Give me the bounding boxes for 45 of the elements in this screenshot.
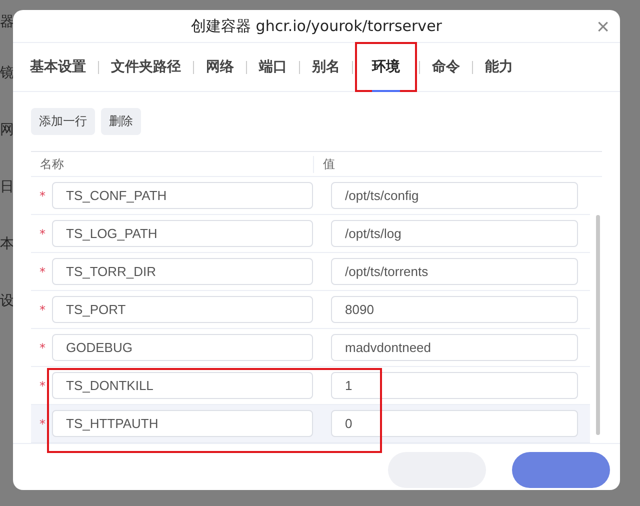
toolbar-button[interactable]: 添加一行 xyxy=(31,108,95,136)
name-field[interactable]: TS_CONF_PATH xyxy=(52,182,313,210)
tab[interactable]: 基本设置 xyxy=(22,52,94,82)
name-field[interactable]: TS_DONTKILL xyxy=(52,372,313,400)
close-button[interactable]: × xyxy=(592,16,614,38)
required-mark: * xyxy=(38,378,46,393)
column-header: 值 xyxy=(322,156,335,173)
name-field[interactable]: TS_LOG_PATH xyxy=(52,220,313,248)
background-text: 器 xyxy=(0,13,13,32)
tab[interactable]: 环境 xyxy=(357,44,415,90)
confirm-button[interactable] xyxy=(512,452,610,488)
value-field[interactable]: /opt/ts/torrents xyxy=(331,258,578,286)
tab[interactable]: 端口 xyxy=(251,52,295,82)
tab[interactable]: 能力 xyxy=(477,52,521,82)
value-field[interactable]: /opt/ts/log xyxy=(331,220,578,248)
value-field[interactable]: madvdontneed xyxy=(331,334,578,362)
required-mark: * xyxy=(38,226,46,241)
required-mark: * xyxy=(38,264,46,279)
required-mark: * xyxy=(38,188,46,203)
value-field[interactable]: 0 xyxy=(331,410,578,438)
required-mark: * xyxy=(38,302,46,317)
dialog-title: 创建容器 ghcr.io/yourok/torrserver xyxy=(191,16,442,36)
value-field[interactable]: /opt/ts/config xyxy=(331,182,578,210)
tab[interactable]: 命令 xyxy=(424,52,468,82)
name-field[interactable]: TS_TORR_DIR xyxy=(52,258,313,286)
required-mark: * xyxy=(38,340,46,355)
value-field[interactable]: 1 xyxy=(331,372,578,400)
background-text: 本 xyxy=(0,234,13,254)
tab[interactable]: 文件夹路径 xyxy=(103,52,189,82)
name-field[interactable]: TS_PORT xyxy=(52,296,313,324)
background-text: 镜 xyxy=(0,64,13,82)
value-field[interactable]: 8090 xyxy=(331,296,578,324)
background-text: 日 xyxy=(0,178,13,196)
name-field[interactable]: TS_HTTPAUTH xyxy=(52,410,313,438)
name-field[interactable]: GODEBUG xyxy=(52,334,313,362)
background-text: 设 xyxy=(0,292,13,310)
toolbar-button[interactable]: 删除 xyxy=(101,108,141,136)
table-row[interactable]: * TS_HTTPAUTH 0 xyxy=(31,405,590,444)
tab[interactable]: 别名 xyxy=(304,52,348,82)
tab[interactable]: 网络 xyxy=(198,52,242,82)
required-mark: * xyxy=(38,416,46,431)
scrollbar[interactable] xyxy=(596,215,600,436)
background-text: 网 xyxy=(0,120,13,140)
cancel-button[interactable] xyxy=(388,452,486,488)
column-header: 名称 xyxy=(31,156,314,173)
